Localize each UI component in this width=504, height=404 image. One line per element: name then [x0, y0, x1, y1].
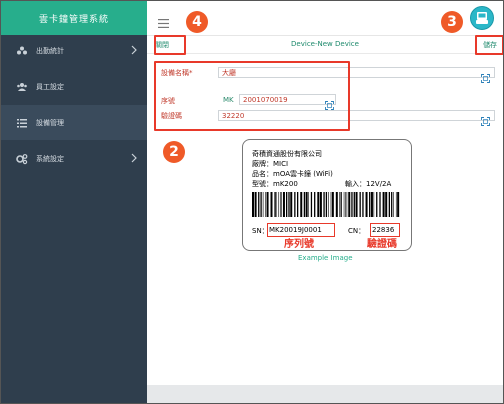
example-image-caption: Example Image: [298, 254, 353, 262]
close-highlight-box: [154, 35, 186, 55]
cn-caption: 驗證碼: [367, 239, 397, 250]
scan-icon[interactable]: [481, 111, 490, 126]
label-input: 輸入：12V/2A: [345, 180, 392, 188]
sidebar-item-label: 系統設定: [36, 154, 64, 163]
sidebar: 雲卡鐘管理系統 出勤統計 員工設定 設備管理 系統設定: [1, 1, 147, 403]
avatar[interactable]: [470, 6, 494, 30]
sidebar-item-label: 設備管理: [36, 118, 64, 127]
form-highlight-box: [154, 61, 350, 131]
page-title: Device-New Device: [291, 40, 359, 48]
team-icon: [16, 45, 28, 57]
label-brand: 廠牌：MICI: [252, 160, 289, 168]
page-toolbar: 關閉 Device-New Device 儲存: [147, 36, 503, 54]
cn-prefix: CN：: [348, 227, 366, 235]
barcode-image: [252, 192, 400, 217]
chevron-right-icon: [129, 152, 139, 164]
sidebar-item-settings[interactable]: 系統設定: [1, 141, 147, 176]
label-company: 奇積資通股份有限公司: [252, 150, 322, 158]
step-badge-3: 3: [441, 11, 463, 33]
menu-icon[interactable]: [158, 13, 169, 28]
sidebar-item-label: 員工設定: [36, 82, 64, 91]
step-badge-4: 4: [186, 11, 208, 33]
sidebar-item-label: 出勤統計: [36, 46, 64, 55]
step-badge-2: 2: [163, 141, 185, 163]
gears-icon: [16, 153, 28, 165]
sidebar-item-devices[interactable]: 設備管理: [1, 105, 147, 140]
app-title: 雲卡鐘管理系統: [1, 1, 147, 35]
sn-caption: 序列號: [284, 239, 314, 250]
app-window: 雲卡鐘管理系統 出勤統計 員工設定 設備管理 系統設定 關閉 Device-Ne…: [0, 0, 504, 404]
chevron-right-icon: [129, 44, 139, 56]
sidebar-item-employees[interactable]: 員工設定: [1, 69, 147, 104]
list-icon: [16, 117, 28, 129]
label-model: 型號：mK200: [252, 180, 298, 188]
users-icon: [16, 81, 28, 93]
scan-icon[interactable]: [481, 68, 490, 83]
sidebar-item-attendance[interactable]: 出勤統計: [1, 33, 147, 68]
footer-bar: [147, 385, 503, 403]
label-product: 品名：mOA雲卡鐘 (WiFi): [252, 170, 333, 178]
save-highlight-box: [475, 35, 503, 55]
